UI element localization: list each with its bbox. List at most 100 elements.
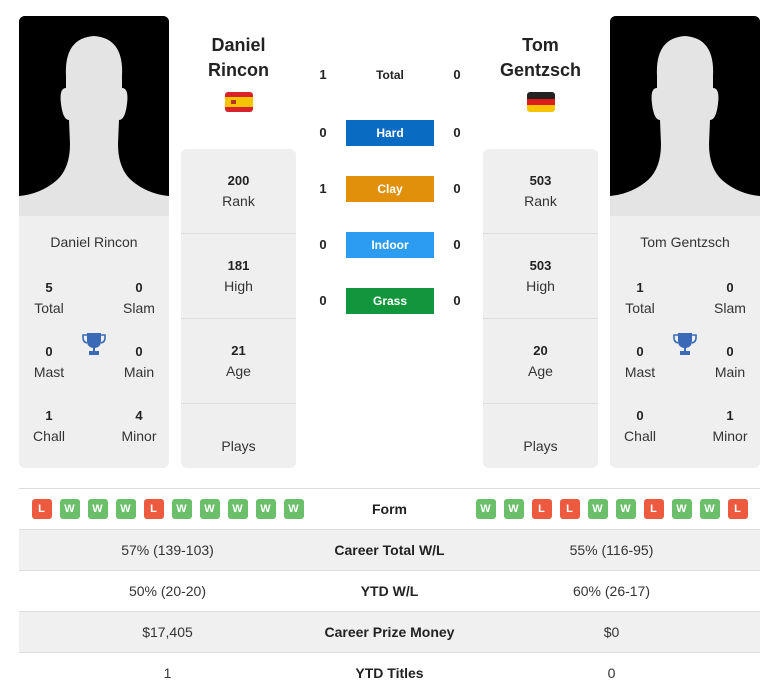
form-win-badge[interactable]: W [475, 499, 496, 519]
player2-value: 55% (116-95) [569, 542, 654, 558]
label: Plays [523, 438, 558, 454]
player1-value: 1 [163, 665, 172, 681]
form-win-badge[interactable]: W [171, 499, 192, 519]
form-win-badge[interactable]: W [115, 499, 136, 519]
form-win-badge[interactable]: W [699, 499, 720, 519]
player1-count: 0 [319, 125, 327, 140]
label: Mast [33, 364, 65, 380]
player1-card: Daniel Rincon 5 Total 0 Slam 0 Mast 0 Ma… [19, 16, 169, 468]
player2-plays: Plays [483, 404, 598, 468]
player2-first-name: Tom [522, 35, 559, 55]
player2-age: 20 Age [483, 319, 598, 404]
value: 181 [227, 258, 250, 273]
player1-name-heading[interactable]: Daniel Rincon [181, 33, 296, 83]
player2-count: 0 [453, 293, 461, 308]
form-loss-badge[interactable]: L [143, 499, 164, 519]
label: Minor [712, 428, 748, 444]
trophy-icon [673, 333, 697, 355]
row-label: YTD W/L [360, 583, 419, 599]
surface-hard-button[interactable]: Hard [346, 120, 434, 146]
value: 0 [45, 344, 53, 359]
comparison-table: LWWWLWWWWW Form WWLLWWLWWL 57% (139-103)… [19, 488, 760, 693]
surface-indoor-button[interactable]: Indoor [346, 232, 434, 258]
silhouette-icon [610, 16, 760, 216]
player1-count: 1 [319, 67, 327, 82]
player2-titles-minor: 1 Minor [700, 406, 760, 446]
label: Minor [121, 428, 157, 444]
value: 5 [45, 280, 53, 295]
h2h-hard-row: 0 Hard 0 [310, 120, 470, 146]
form-loss-badge[interactable]: L [643, 499, 664, 519]
player1-titles-chall: 1 Chall [19, 406, 79, 446]
value: 21 [231, 343, 246, 358]
form-loss-badge[interactable]: L [727, 499, 748, 519]
label: Chall [33, 428, 65, 444]
label: Main [714, 364, 746, 380]
label: Plays [221, 438, 256, 454]
surface-clay-button[interactable]: Clay [346, 176, 434, 202]
form-loss-badge[interactable]: L [531, 499, 552, 519]
player2-form: WWLLWWLWWL [463, 499, 760, 519]
form-win-badge[interactable]: W [587, 499, 608, 519]
h2h-clay-row: 1 Clay 0 [310, 176, 470, 202]
table-row: 57% (139-103) Career Total W/L 55% (116-… [19, 529, 760, 570]
player2-value: 0 [607, 665, 616, 681]
value: 4 [135, 408, 143, 423]
player2-name-heading[interactable]: Tom Gentzsch [483, 33, 598, 83]
player1-high: 181 High [181, 234, 296, 319]
player2-info-panel: 503 Rank 503 High 20 Age Plays [483, 149, 598, 468]
h2h-grass-row: 0 Grass 0 [310, 288, 470, 314]
player1-titles-minor: 4 Minor [109, 406, 169, 446]
row-label: Career Total W/L [334, 542, 445, 558]
player1-titles-slam: 0 Slam [109, 278, 169, 318]
form-win-badge[interactable]: W [255, 499, 276, 519]
label: High [526, 278, 555, 294]
player1-titles-main: 0 Main [109, 342, 169, 382]
player1-count: 1 [319, 181, 327, 196]
value: 1 [45, 408, 53, 423]
player1-count: 0 [319, 237, 327, 252]
form-win-badge[interactable]: W [671, 499, 692, 519]
form-win-badge[interactable]: W [87, 499, 108, 519]
form-win-badge[interactable]: W [283, 499, 304, 519]
form-win-badge[interactable]: W [615, 499, 636, 519]
player1-age: 21 Age [181, 319, 296, 404]
row-label: YTD Titles [355, 665, 424, 681]
player2-titles-slam: 0 Slam [700, 278, 760, 318]
player2-value: $0 [603, 624, 620, 640]
trophy-icon [82, 333, 106, 355]
value: 0 [135, 280, 143, 295]
player1-titles-total: 5 Total [19, 278, 79, 318]
form-win-badge[interactable]: W [59, 499, 80, 519]
label: Main [123, 364, 155, 380]
player2-titles-chall: 0 Chall [610, 406, 670, 446]
form-win-badge[interactable]: W [227, 499, 248, 519]
silhouette-icon [19, 16, 169, 216]
germany-flag-icon [527, 92, 555, 112]
label: High [224, 278, 253, 294]
player1-first-name: Daniel [211, 35, 266, 55]
player2-count: 0 [453, 181, 461, 196]
player1-value: 50% (20-20) [128, 583, 207, 599]
form-win-badge[interactable]: W [503, 499, 524, 519]
label: Rank [222, 193, 255, 209]
player2-titles-total: 1 Total [610, 278, 670, 318]
player2-last-name: Gentzsch [499, 60, 582, 80]
value: 1 [636, 280, 644, 295]
surface-grass-button[interactable]: Grass [346, 288, 434, 314]
player1-value: 57% (139-103) [121, 542, 214, 558]
value: 503 [529, 258, 552, 273]
player2-photo [610, 16, 760, 216]
form-loss-badge[interactable]: L [559, 499, 580, 519]
player1-count: 0 [319, 293, 327, 308]
form-loss-badge[interactable]: L [31, 499, 52, 519]
value: 1 [726, 408, 734, 423]
form-win-badge[interactable]: W [199, 499, 220, 519]
label: Total [34, 300, 64, 316]
player1-last-name: Rincon [208, 60, 269, 80]
table-row: 1 YTD Titles 0 [19, 652, 760, 693]
label: Rank [524, 193, 557, 209]
label: Mast [624, 364, 656, 380]
player2-count: 0 [453, 125, 461, 140]
value: 0 [636, 408, 644, 423]
